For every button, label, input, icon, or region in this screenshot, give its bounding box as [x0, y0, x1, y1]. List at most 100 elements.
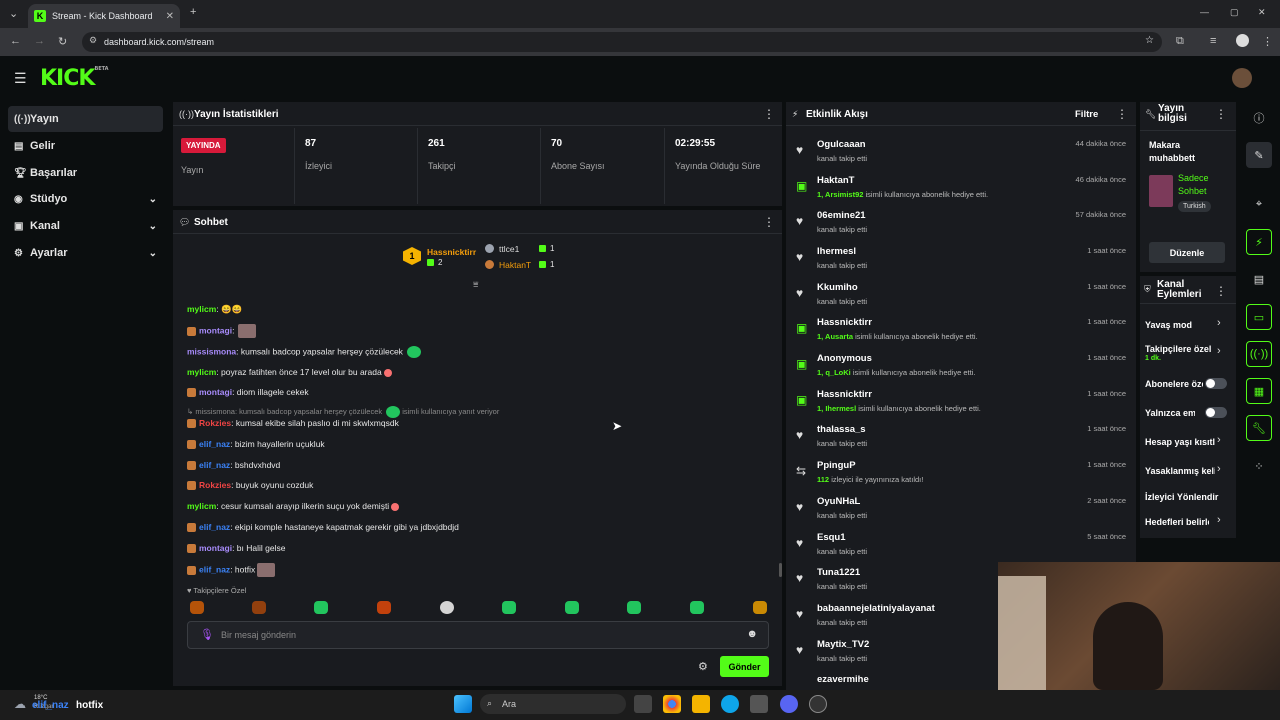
info-icon[interactable]: ⓘ [1246, 105, 1272, 131]
send-button[interactable]: Gönder [720, 656, 769, 677]
event-user[interactable]: babaannejelatiniyalayanat [817, 603, 935, 614]
chat-username[interactable]: montagi [199, 387, 232, 397]
broadcast-icon[interactable]: ((·)) [1246, 341, 1272, 367]
event-item[interactable]: ♥ Ihermesl kanalı takip etti 1 saat önce [790, 243, 1132, 279]
obs-icon[interactable] [809, 695, 827, 713]
bookmark-star-icon[interactable]: ☆ [1145, 35, 1154, 46]
chrome-icon[interactable] [663, 695, 681, 713]
back-icon[interactable]: ← [10, 35, 21, 47]
sidebar-item-studyo[interactable]: ◉ Stüdyo ⌄ [8, 186, 163, 212]
tab-list-icon[interactable]: ⌄ [9, 7, 18, 20]
emote-button[interactable] [565, 601, 579, 614]
emote-button[interactable] [753, 601, 767, 614]
windows-start-icon[interactable] [454, 695, 472, 713]
action-account-age[interactable]: Hesap yaşı kısıtlaması [1145, 437, 1215, 447]
chevron-right-icon[interactable]: › [1217, 463, 1221, 475]
sidebar-item-gelir[interactable]: ▤ Gelir [8, 133, 163, 159]
action-emote-only[interactable]: Yalnızca emote [1145, 408, 1195, 418]
event-item[interactable]: ♥ Ogulcaaan kanalı takip etti 44 dakika önc… [790, 136, 1132, 172]
site-info-icon[interactable]: ⚙ [89, 35, 97, 46]
action-raid[interactable]: İzleyici Yönlendir [1145, 492, 1231, 502]
document-icon[interactable]: ▤ [1246, 266, 1272, 292]
event-user[interactable]: Tuna1221 [817, 567, 860, 578]
chat-username[interactable]: missismona [187, 346, 236, 356]
chat-username[interactable]: montagi [199, 325, 232, 335]
event-user[interactable]: Maytix_TV2 [817, 639, 869, 650]
chevron-right-icon[interactable]: › [1217, 434, 1221, 446]
discord-icon[interactable] [780, 695, 798, 713]
event-item[interactable]: ▣ HaktanT 1, Arsimist92 isimli kullanıcıya… [790, 172, 1132, 208]
subscribers-only-toggle[interactable] [1205, 378, 1227, 389]
profile-avatar-icon[interactable] [1236, 34, 1249, 47]
event-item[interactable]: ♥ Esqu1 kanalı takip etti 5 saat önce [790, 529, 1132, 565]
tab-close-icon[interactable]: ✕ [166, 11, 174, 22]
maximize-icon[interactable]: ▢ [1230, 7, 1239, 18]
sidebar-item-ayarlar[interactable]: ⚙ Ayarlar ⌄ [8, 240, 163, 266]
apps-icon[interactable]: ⁘ [1246, 453, 1272, 479]
action-followers-only[interactable]: Takipçilere özel [1145, 344, 1215, 354]
emote-button[interactable] [440, 601, 454, 614]
event-user[interactable]: Hassnicktirr [817, 317, 872, 328]
browser-menu-icon[interactable]: ⋮ [1262, 35, 1273, 48]
chat-username[interactable]: elif_naz [199, 522, 230, 532]
event-item[interactable]: ♥ Kkumiho kanalı takip etti 1 saat önce [790, 279, 1132, 315]
forward-icon[interactable]: → [34, 35, 45, 47]
event-item[interactable]: ▣ Hassnicktirr 1, Ihermesl isimli kullanıc… [790, 386, 1132, 422]
task-view-icon[interactable] [634, 695, 652, 713]
layout-icon[interactable]: ▦ [1246, 378, 1272, 404]
emote-button[interactable] [252, 601, 266, 614]
chat-username[interactable]: montagi [199, 543, 232, 553]
event-item[interactable]: ▣ Anonymous 1, q_LoKi isimli kullanıcıya a… [790, 350, 1132, 386]
event-user[interactable]: Ihermesl [817, 246, 856, 257]
chevron-right-icon[interactable]: › [1217, 514, 1221, 526]
emote-button[interactable] [377, 601, 391, 614]
event-item[interactable]: ⇆ PpinguP 112 izleyici ile yayınınıza katı… [790, 457, 1132, 493]
chat-username[interactable]: mylicm [187, 304, 216, 314]
emote-button[interactable] [314, 601, 328, 614]
browser-tab[interactable]: K Stream - Kick Dashboard ✕ [28, 4, 180, 28]
channel-actions-menu-icon[interactable]: ⋮ [1215, 284, 1227, 298]
chat-input-box[interactable]: 🎙︎ Bir mesaj gönderin ☻ [187, 621, 769, 649]
event-user[interactable]: Ogulcaaan [817, 139, 866, 150]
pin-collapse-icon[interactable]: ⩸ [473, 279, 478, 290]
emote-only-toggle[interactable] [1205, 407, 1227, 418]
category-link[interactable]: Sadece Sohbet [1178, 172, 1218, 198]
edit-pencil-icon[interactable]: ✎ [1246, 142, 1272, 168]
chat-username[interactable]: mylicm [187, 501, 216, 511]
sidebar-item-yayin[interactable]: ((·)) Yayın [8, 106, 163, 132]
event-user[interactable]: PpinguP [817, 460, 856, 471]
stats-menu-icon[interactable]: ⋮ [763, 107, 775, 121]
sidebar-item-kanal[interactable]: ▣ Kanal ⌄ [8, 213, 163, 239]
emoji-picker-icon[interactable]: ☻ [746, 628, 758, 640]
event-item[interactable]: ♥ thalassa_s kanalı takip etti 1 saat önce [790, 421, 1132, 457]
chat-scrollbar[interactable] [779, 563, 782, 577]
kick-logo[interactable]: KICKBETA [40, 66, 109, 91]
emote-button[interactable] [690, 601, 704, 614]
store-icon[interactable] [750, 695, 768, 713]
chat-username[interactable]: elif_naz [199, 439, 230, 449]
chat-username[interactable]: elif_naz [199, 564, 230, 574]
action-banned-words[interactable]: Yasaklanmış kelimeler [1145, 466, 1215, 476]
chat-username[interactable]: Rokzies [199, 418, 231, 428]
emote-button[interactable] [627, 601, 641, 614]
event-user[interactable]: Esqu1 [817, 532, 846, 543]
emote-button[interactable] [502, 601, 516, 614]
hamburger-menu-icon[interactable]: ☰ [14, 70, 27, 87]
edit-button[interactable]: Düzenle [1149, 242, 1225, 263]
weather-cloud-icon[interactable]: ☁︎ [14, 697, 26, 711]
emote-button[interactable] [190, 601, 204, 614]
stream-info-menu-icon[interactable]: ⋮ [1215, 107, 1227, 121]
reading-list-icon[interactable]: ≡ [1210, 35, 1216, 47]
chat-username[interactable]: elif_naz [199, 460, 230, 470]
url-field[interactable]: ⚙ dashboard.kick.com/stream ☆ [82, 32, 1162, 52]
chat-settings-gear-icon[interactable]: ⚙ [698, 660, 708, 673]
target-icon[interactable]: ⌖ [1246, 191, 1272, 217]
event-user[interactable]: Hassnicktirr [817, 389, 872, 400]
chevron-right-icon[interactable]: › [1217, 317, 1221, 329]
chevron-right-icon[interactable]: › [1217, 345, 1221, 357]
event-user[interactable]: OyuNHaL [817, 496, 860, 507]
filter-button[interactable]: Filtre [1075, 109, 1098, 120]
event-user[interactable]: 06emine21 [817, 210, 866, 221]
wrench-icon[interactable]: 🔧︎ [1246, 415, 1272, 441]
extensions-icon[interactable]: ⧉ [1176, 35, 1184, 48]
